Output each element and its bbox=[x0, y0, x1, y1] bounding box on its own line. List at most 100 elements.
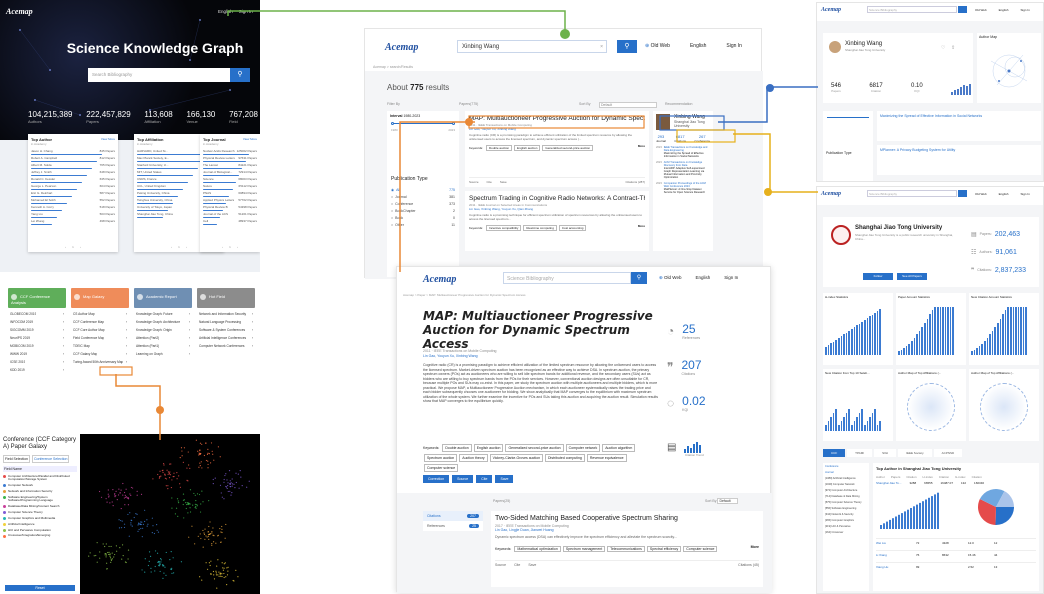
keyword-tag[interactable]: Auction theory bbox=[459, 454, 488, 462]
pubtype-item[interactable]: ◉ All 775 bbox=[387, 186, 459, 193]
tile-item[interactable]: Learning on Graph › bbox=[134, 352, 192, 356]
tile-item[interactable]: Software & System Conferences › bbox=[197, 328, 255, 332]
result-authors[interactable]: Lin Gao, Xinbing Wang, Youyun Xu, Qian Z… bbox=[469, 207, 645, 211]
signin-link[interactable]: Sign In bbox=[239, 9, 253, 14]
keyword-tag[interactable]: English auction bbox=[473, 444, 504, 452]
source-button[interactable]: Source bbox=[495, 563, 506, 567]
aff-row[interactable]: Xiang Hu 99 2.52 13 bbox=[876, 562, 1036, 569]
old-web-link[interactable]: Old Web bbox=[975, 8, 987, 12]
tile-item[interactable]: Field Conference Map › bbox=[71, 336, 129, 340]
tile-item[interactable]: Knowledge Graph: Future › bbox=[134, 312, 192, 316]
home-logo[interactable]: Acemap bbox=[6, 7, 33, 16]
author-paper-1[interactable]: Maximizing the Spread of Effective Infor… bbox=[877, 111, 1041, 141]
field-item[interactable]: Database/Data Mining/Content Search bbox=[3, 504, 77, 509]
author-search[interactable]: Science Bibliography bbox=[867, 6, 957, 13]
page-link[interactable]: ‹ bbox=[222, 245, 223, 249]
keyword-tag[interactable]: Spectral efficiency bbox=[646, 546, 682, 552]
tile-header[interactable]: Hot Field bbox=[197, 288, 255, 308]
see-all-papers-button[interactable]: See All Papers bbox=[897, 273, 927, 280]
tile-item[interactable]: Turing Award 50th Anniversary Map › bbox=[71, 360, 129, 364]
aff-left-item[interactable]: [164] Crossover bbox=[823, 529, 869, 535]
field-item[interactable]: Computer Science Theory bbox=[3, 510, 77, 515]
aff-chart-4[interactable]: Author Map of Top Affiliations (... bbox=[896, 369, 966, 441]
aff-tab[interactable]: CCF bbox=[823, 449, 846, 457]
keyword-tag[interactable]: Revenue equivalence bbox=[586, 454, 627, 462]
keyword-tag[interactable]: Telecommunications bbox=[607, 546, 645, 552]
lang-link[interactable]: English bbox=[695, 275, 710, 281]
tile-item[interactable]: Knowledge Graph: Origin › bbox=[134, 328, 192, 332]
cite-button[interactable]: Cite bbox=[514, 563, 520, 567]
home-search-input[interactable]: Search Bibliography bbox=[88, 68, 230, 82]
save-button[interactable]: Save bbox=[528, 563, 536, 567]
author-paper-2[interactable]: MPlanner: A Privacy Budgeting System for… bbox=[877, 145, 1041, 175]
keyword-tag[interactable]: Spectrum management bbox=[562, 546, 606, 552]
keyword-tag[interactable]: Incentive compatibility bbox=[486, 225, 522, 232]
tile-header[interactable]: Academic Report bbox=[134, 288, 192, 308]
view-more-link[interactable]: View More bbox=[243, 137, 257, 142]
tile-item[interactable]: WWW 2019 › bbox=[8, 352, 66, 356]
field-item[interactable]: Software Engineering/System Software/Pro… bbox=[3, 495, 77, 503]
more-link[interactable]: More bbox=[638, 224, 645, 228]
pubtype-item[interactable]: ○ Conference 373 bbox=[387, 200, 459, 207]
tile-item[interactable]: Artificial Intelligence Conferences › bbox=[197, 336, 255, 340]
keyword-tag[interactable]: Computer network bbox=[565, 444, 601, 452]
search-query[interactable]: Xinbing Wang bbox=[458, 44, 600, 50]
card-row[interactable]: Jason H. Chang 845 Papers bbox=[31, 149, 115, 153]
tile-item[interactable]: CCF Conference Map › bbox=[71, 320, 129, 324]
signin-link[interactable]: Sign In bbox=[726, 43, 742, 49]
rec-item[interactable]: 2023 ACM Transactions on Knowledge Discov… bbox=[656, 161, 710, 179]
result-title[interactable]: MAP: Multiauctioneer Progressive Auction… bbox=[469, 115, 645, 122]
keyword-tag[interactable]: Double auction bbox=[442, 444, 472, 452]
save-button[interactable]: Save bbox=[500, 180, 507, 184]
keyword-tag[interactable]: Double auction bbox=[486, 145, 513, 152]
tile-item[interactable]: Knowledge Graph: Architecture › bbox=[134, 320, 192, 324]
field-item[interactable]: Network and Information Security bbox=[3, 489, 77, 494]
page-link[interactable]: 1 bbox=[229, 245, 231, 249]
save-button[interactable]: Save bbox=[495, 475, 514, 483]
keyword-tag[interactable]: Computer science bbox=[424, 464, 459, 472]
keyword-tag[interactable]: Mathematical optimization bbox=[514, 546, 561, 552]
result-authors[interactable]: Lin Gao, Youyun Xu, Xinbing Wang bbox=[469, 127, 645, 131]
keyword-tag[interactable]: Distributed computing bbox=[545, 454, 585, 462]
keyword-tag[interactable]: Real-time computing bbox=[523, 225, 557, 232]
tile-item[interactable]: KDD 2019 › bbox=[8, 368, 66, 372]
tile-header[interactable]: Map Galaxy bbox=[71, 288, 129, 308]
tile-item[interactable]: CCF Core Author Map › bbox=[71, 328, 129, 332]
aff-row[interactable]: Wei Liu 72 4328 12.0 12 bbox=[876, 538, 1036, 545]
card-row[interactable]: Science 68003 Papers bbox=[203, 177, 257, 181]
search-logo[interactable]: Acemap bbox=[385, 42, 418, 53]
tile-item[interactable]: GLOBECOM 2019 › bbox=[8, 312, 66, 316]
field-item[interactable]: Computer Architecture/Parallel and Distr… bbox=[3, 474, 77, 482]
view-more-link[interactable]: View More bbox=[101, 137, 115, 142]
tile-item[interactable]: Attention (Part2) › bbox=[134, 336, 192, 340]
aff-chart-0[interactable]: H-index Statistics bbox=[823, 293, 893, 365]
sort-select[interactable]: Default bbox=[599, 102, 657, 108]
card-row[interactable]: The Lancet 84221 Papers bbox=[203, 163, 257, 167]
card-row[interactable]: Jeffrey J. Smith 648 Papers bbox=[31, 170, 115, 174]
keyword-tag[interactable]: Vickrey-Clarke-Groves auction bbox=[489, 454, 544, 462]
detail-search[interactable]: Science Bibliography bbox=[503, 272, 631, 284]
card-row[interactable]: Physical Review B 54398 Papers bbox=[203, 205, 257, 209]
correction-button[interactable]: Correction bbox=[423, 475, 450, 483]
search-go-button[interactable]: ⚲ bbox=[617, 40, 637, 53]
author-search-button[interactable] bbox=[958, 6, 967, 13]
pubtype-item[interactable]: ○ BookChapter 2 bbox=[387, 207, 459, 214]
aff-chart-3[interactable]: New Citation from Top 10 Seleb... bbox=[823, 369, 893, 441]
author-trend[interactable] bbox=[951, 83, 971, 95]
card-row[interactable]: PNAS 60894 Papers bbox=[203, 191, 257, 195]
tile-item[interactable]: ICSE 2019 › bbox=[8, 360, 66, 364]
aff-tab[interactable]: SIGI bbox=[874, 449, 897, 457]
tile-item[interactable]: CCF Galaxy Map › bbox=[71, 352, 129, 356]
year-slider[interactable] bbox=[391, 122, 455, 126]
card-row[interactable]: Mohamed El Sobh 552 Papers bbox=[31, 198, 115, 202]
cit-authors[interactable]: Lin Gao, Lingjie Duan, Jianwei Huang bbox=[495, 528, 759, 532]
page-link[interactable]: › bbox=[80, 245, 81, 249]
tile-item[interactable]: MOBICOM 2019 › bbox=[8, 344, 66, 348]
card-row[interactable]: George L. Pearson 604 Papers bbox=[31, 184, 115, 188]
card-row[interactable]: Journal of Biological... 72914 Papers bbox=[203, 170, 257, 174]
page-link[interactable]: ‹ bbox=[65, 245, 66, 249]
page-link[interactable]: 1 bbox=[178, 245, 180, 249]
lang-link[interactable]: English bbox=[690, 43, 706, 49]
card-row[interactable]: Applied Physics Letters 57702 Papers bbox=[203, 198, 257, 202]
source-button[interactable]: Source bbox=[452, 475, 474, 483]
